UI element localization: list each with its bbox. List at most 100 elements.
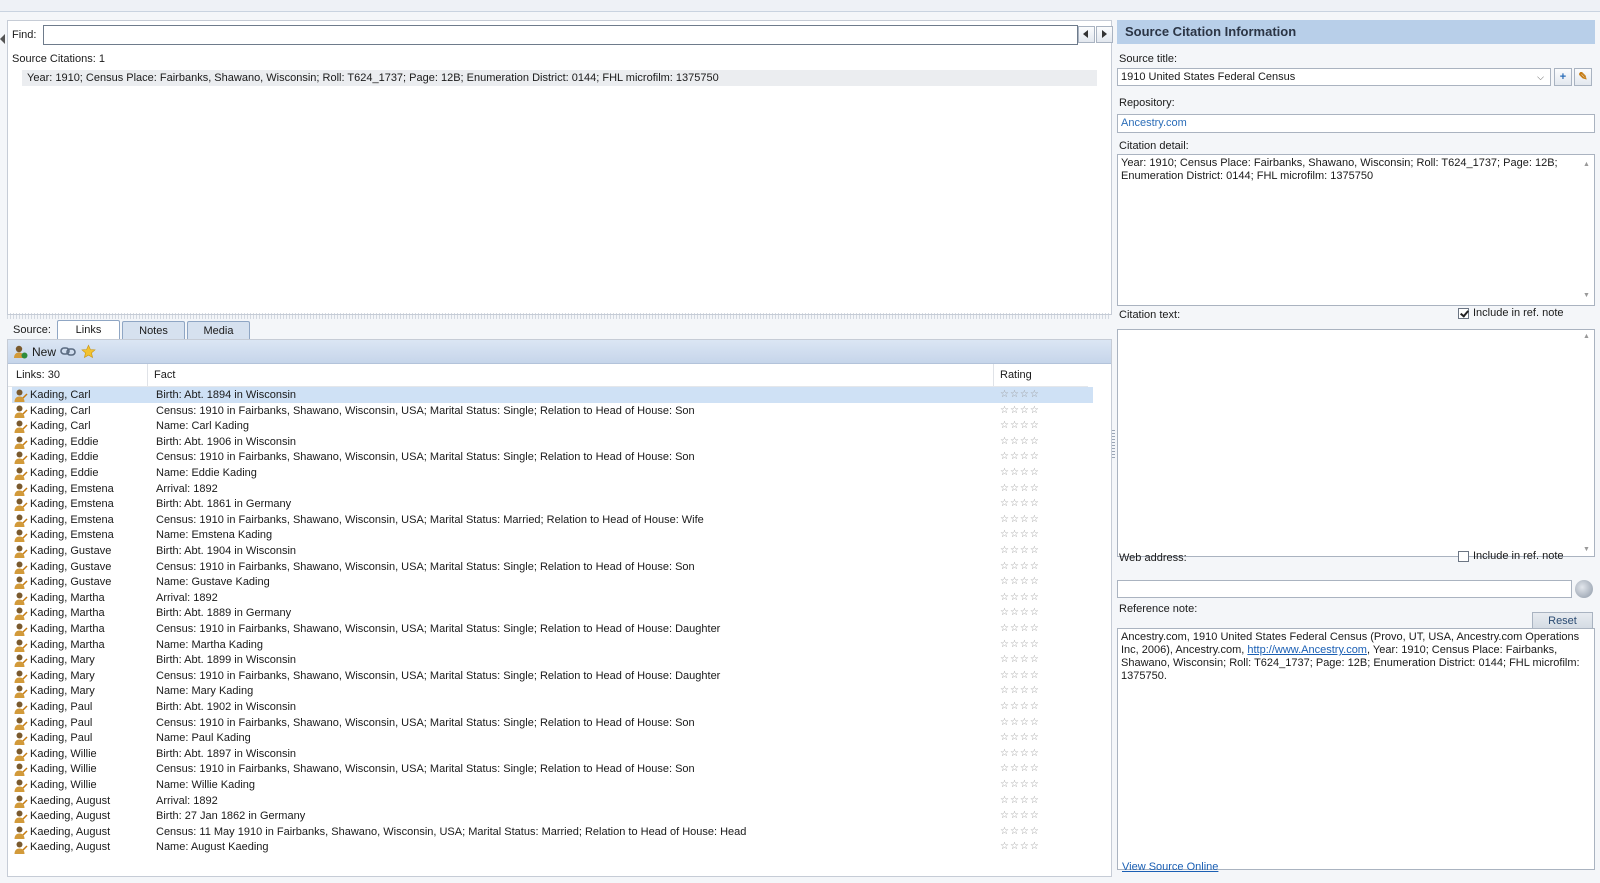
person-name: Kaeding, August bbox=[30, 810, 111, 823]
citation-list-item[interactable]: Year: 1910; Census Place: Fairbanks, Sha… bbox=[22, 70, 1097, 86]
reference-note-field[interactable]: Ancestry.com, 1910 United States Federal… bbox=[1117, 628, 1595, 870]
rating-stars-icon[interactable]: ☆☆☆☆ bbox=[1000, 637, 1040, 653]
rating-stars-icon[interactable]: ☆☆☆☆ bbox=[1000, 418, 1040, 434]
edit-source-icon[interactable]: ✎ bbox=[1574, 68, 1592, 86]
citation-text-field[interactable] bbox=[1117, 329, 1595, 557]
rating-stars-icon[interactable]: ☆☆☆☆ bbox=[1000, 761, 1040, 777]
table-row[interactable]: Kading, Carl Census: 1910 in Fairbanks, S… bbox=[12, 403, 1093, 419]
rating-stars-icon[interactable]: ☆☆☆☆ bbox=[1000, 481, 1040, 497]
table-row[interactable]: Kaeding, August Name: August Kaeding ☆☆☆☆ bbox=[12, 839, 1093, 855]
table-row[interactable]: Kading, Mary Census: 1910 in Fairbanks, S… bbox=[12, 668, 1093, 684]
collapse-handle-icon[interactable] bbox=[0, 22, 5, 62]
find-input[interactable] bbox=[43, 25, 1078, 45]
table-row[interactable]: Kaeding, August Census: 11 May 1910 in Fa… bbox=[12, 824, 1093, 840]
rating-stars-icon[interactable]: ☆☆☆☆ bbox=[1000, 496, 1040, 512]
ancestry-link[interactable]: http://www.Ancestry.com bbox=[1247, 644, 1367, 656]
rating-stars-icon[interactable]: ☆☆☆☆ bbox=[1000, 387, 1040, 403]
new-link-button[interactable]: New bbox=[13, 344, 56, 359]
table-row[interactable]: Kading, Eddie Birth: Abt. 1906 in Wiscons… bbox=[12, 434, 1093, 450]
rating-column-header[interactable]: Rating bbox=[1000, 369, 1032, 381]
table-row[interactable]: Kaeding, August Birth: 27 Jan 1862 in Ger… bbox=[12, 808, 1093, 824]
find-previous-icon[interactable] bbox=[1078, 26, 1095, 43]
person-icon bbox=[14, 795, 28, 808]
horizontal-splitter[interactable] bbox=[7, 313, 1110, 319]
tab-media[interactable]: Media bbox=[187, 321, 250, 339]
web-address-input[interactable] bbox=[1117, 580, 1572, 598]
include-citation-checkbox[interactable]: Include in ref. note bbox=[1458, 307, 1564, 319]
star-icon[interactable] bbox=[81, 344, 96, 359]
table-row[interactable]: Kading, Willie Census: 1910 in Fairbanks,… bbox=[12, 761, 1093, 777]
rating-stars-icon[interactable]: ☆☆☆☆ bbox=[1000, 668, 1040, 684]
table-row[interactable]: Kading, Martha Birth: Abt. 1889 in German… bbox=[12, 605, 1093, 621]
rating-stars-icon[interactable]: ☆☆☆☆ bbox=[1000, 465, 1040, 481]
rating-stars-icon[interactable]: ☆☆☆☆ bbox=[1000, 652, 1040, 668]
tab-notes[interactable]: Notes bbox=[122, 321, 185, 339]
rating-stars-icon[interactable]: ☆☆☆☆ bbox=[1000, 605, 1040, 621]
globe-icon[interactable] bbox=[1575, 580, 1593, 598]
vertical-splitter[interactable] bbox=[1112, 430, 1115, 460]
table-row[interactable]: Kaeding, August Arrival: 1892 ☆☆☆☆ bbox=[12, 793, 1093, 809]
person-name: Kading, Eddie bbox=[30, 435, 99, 448]
table-row[interactable]: Kading, Mary Birth: Abt. 1899 in Wisconsi… bbox=[12, 652, 1093, 668]
rating-stars-icon[interactable]: ☆☆☆☆ bbox=[1000, 715, 1040, 731]
rating-stars-icon[interactable]: ☆☆☆☆ bbox=[1000, 527, 1040, 543]
include-web-checkbox[interactable]: Include in ref. note bbox=[1458, 550, 1564, 562]
table-row[interactable]: Kading, Willie Name: Willie Kading ☆☆☆☆ bbox=[12, 777, 1093, 793]
table-row[interactable]: Kading, Eddie Census: 1910 in Fairbanks, … bbox=[12, 449, 1093, 465]
table-row[interactable]: Kading, Mary Name: Mary Kading ☆☆☆☆ bbox=[12, 683, 1093, 699]
person-icon bbox=[14, 685, 28, 699]
rating-stars-icon[interactable]: ☆☆☆☆ bbox=[1000, 683, 1040, 699]
link-icon[interactable] bbox=[60, 345, 76, 358]
rating-stars-icon[interactable]: ☆☆☆☆ bbox=[1000, 699, 1040, 715]
table-row[interactable]: Kading, Carl Birth: Abt. 1894 in Wisconsi… bbox=[12, 387, 1093, 403]
rating-stars-icon[interactable]: ☆☆☆☆ bbox=[1000, 434, 1040, 450]
rating-stars-icon[interactable]: ☆☆☆☆ bbox=[1000, 403, 1040, 419]
table-row[interactable]: Kading, Paul Name: Paul Kading ☆☆☆☆ bbox=[12, 730, 1093, 746]
rating-stars-icon[interactable]: ☆☆☆☆ bbox=[1000, 824, 1040, 840]
rating-stars-icon[interactable]: ☆☆☆☆ bbox=[1000, 621, 1040, 637]
table-row[interactable]: Kading, Gustave Name: Gustave Kading ☆☆☆☆ bbox=[12, 574, 1093, 590]
person-icon bbox=[14, 405, 28, 418]
table-row[interactable]: Kading, Carl Name: Carl Kading ☆☆☆☆ bbox=[12, 418, 1093, 434]
table-row[interactable]: Kading, Martha Arrival: 1892 ☆☆☆☆ bbox=[12, 590, 1093, 606]
view-source-online-link[interactable]: View Source Online bbox=[1122, 861, 1218, 873]
table-row[interactable]: Kading, Emstena Birth: Abt. 1861 in Germa… bbox=[12, 496, 1093, 512]
column-divider[interactable] bbox=[993, 364, 994, 386]
source-title-select[interactable]: 1910 United States Federal Census ⌵ bbox=[1117, 68, 1551, 86]
citation-detail-scrollbar[interactable] bbox=[1581, 156, 1593, 304]
column-divider[interactable] bbox=[147, 364, 148, 386]
citation-detail-field[interactable]: Year: 1910; Census Place: Fairbanks, Sha… bbox=[1117, 154, 1595, 306]
rating-stars-icon[interactable]: ☆☆☆☆ bbox=[1000, 777, 1040, 793]
fact-column-header[interactable]: Fact bbox=[154, 369, 175, 381]
rating-stars-icon[interactable]: ☆☆☆☆ bbox=[1000, 839, 1040, 855]
table-row[interactable]: Kading, Martha Name: Martha Kading ☆☆☆☆ bbox=[12, 637, 1093, 653]
repository-field[interactable]: Ancestry.com bbox=[1117, 114, 1595, 133]
rating-stars-icon[interactable]: ☆☆☆☆ bbox=[1000, 543, 1040, 559]
rating-stars-icon[interactable]: ☆☆☆☆ bbox=[1000, 808, 1040, 824]
table-row[interactable]: Kading, Emstena Name: Emstena Kading ☆☆☆☆ bbox=[12, 527, 1093, 543]
table-row[interactable]: Kading, Gustave Birth: Abt. 1904 in Wisco… bbox=[12, 543, 1093, 559]
table-row[interactable]: Kading, Paul Birth: Abt. 1902 in Wisconsi… bbox=[12, 699, 1093, 715]
find-next-icon[interactable] bbox=[1096, 26, 1113, 43]
rating-stars-icon[interactable]: ☆☆☆☆ bbox=[1000, 512, 1040, 528]
rating-stars-icon[interactable]: ☆☆☆☆ bbox=[1000, 793, 1040, 809]
person-name: Kading, Willie bbox=[30, 779, 97, 791]
table-row[interactable]: Kading, Emstena Census: 1910 in Fairbanks… bbox=[12, 512, 1093, 528]
tab-links[interactable]: Links bbox=[57, 320, 120, 340]
person-name: Kading, Gustave bbox=[30, 545, 112, 557]
rating-stars-icon[interactable]: ☆☆☆☆ bbox=[1000, 559, 1040, 575]
table-row[interactable]: Kading, Eddie Name: Eddie Kading ☆☆☆☆ bbox=[12, 465, 1093, 481]
table-row[interactable]: Kading, Willie Birth: Abt. 1897 in Wiscon… bbox=[12, 746, 1093, 762]
rating-stars-icon[interactable]: ☆☆☆☆ bbox=[1000, 590, 1040, 606]
person-icon bbox=[14, 436, 28, 449]
table-row[interactable]: Kading, Gustave Census: 1910 in Fairbanks… bbox=[12, 559, 1093, 575]
table-row[interactable]: Kading, Paul Census: 1910 in Fairbanks, S… bbox=[12, 715, 1093, 731]
rating-stars-icon[interactable]: ☆☆☆☆ bbox=[1000, 730, 1040, 746]
rating-stars-icon[interactable]: ☆☆☆☆ bbox=[1000, 449, 1040, 465]
table-row[interactable]: Kading, Martha Census: 1910 in Fairbanks,… bbox=[12, 621, 1093, 637]
add-source-icon[interactable]: + bbox=[1554, 68, 1572, 86]
rating-stars-icon[interactable]: ☆☆☆☆ bbox=[1000, 746, 1040, 762]
citation-text-scrollbar[interactable] bbox=[1581, 331, 1593, 555]
rating-stars-icon[interactable]: ☆☆☆☆ bbox=[1000, 574, 1040, 590]
table-row[interactable]: Kading, Emstena Arrival: 1892 ☆☆☆☆ bbox=[12, 481, 1093, 497]
